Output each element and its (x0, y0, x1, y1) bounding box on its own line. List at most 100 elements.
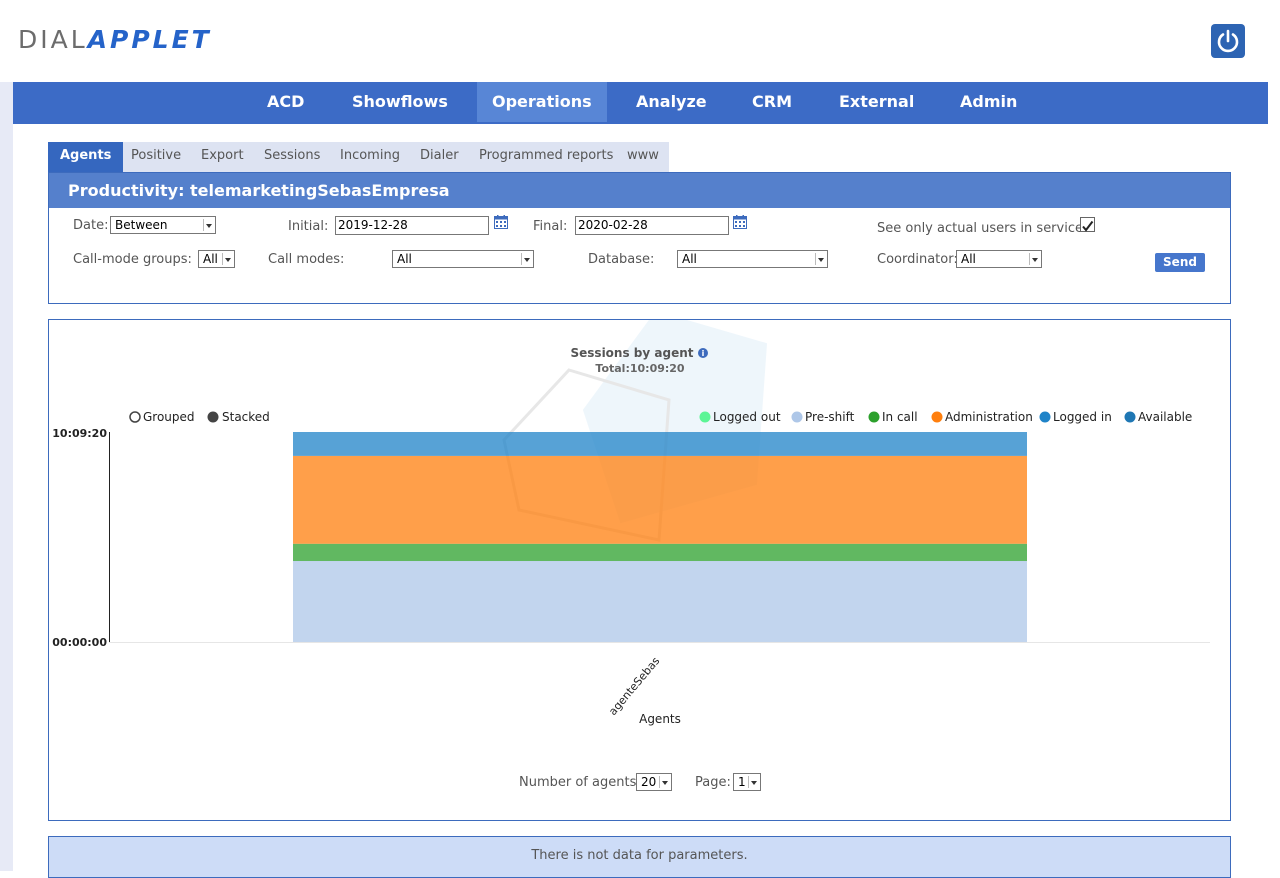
grouped-label: Grouped (143, 410, 195, 424)
chevron-down-icon (748, 776, 758, 788)
calendar-icon[interactable] (494, 215, 508, 229)
coordinator-select[interactable]: All (956, 250, 1042, 268)
legend-label: Logged out (713, 410, 781, 424)
final-date-input[interactable]: 2020-02-28 (575, 216, 729, 235)
nav-item-operations[interactable]: Operations (477, 82, 607, 122)
chevron-down-icon (1029, 253, 1039, 265)
power-button[interactable] (1211, 24, 1245, 58)
power-icon (1217, 29, 1239, 53)
legend-swatch (1039, 411, 1051, 423)
callmode-groups-label: Call-mode groups: (73, 252, 192, 267)
page-select[interactable]: 1 (733, 773, 761, 791)
coordinator-value: All (961, 252, 976, 266)
bar-stack (293, 432, 1027, 642)
tab-incoming[interactable]: Incoming (340, 142, 400, 172)
tab-positive[interactable]: Positive (131, 142, 181, 172)
legend-label: In call (882, 410, 918, 424)
nav-item-analyze[interactable]: Analyze (621, 82, 722, 122)
x-axis-label: Agents (639, 712, 681, 726)
nav-item-admin[interactable]: Admin (945, 82, 1032, 122)
chevron-down-icon (659, 776, 669, 788)
chevron-down-icon (203, 219, 213, 231)
legend-swatch (791, 411, 803, 423)
legend-item-available[interactable]: Available (1124, 410, 1193, 424)
chevron-down-icon (222, 253, 232, 265)
bar-segment-logged-in[interactable] (293, 432, 1027, 456)
initial-label: Initial: (288, 219, 329, 234)
final-label: Final: (533, 219, 568, 234)
number-of-agents-select[interactable]: 20 (636, 773, 672, 791)
tab-programmed-reports[interactable]: Programmed reports (479, 142, 613, 172)
see-only-label: See only actual users in service: (877, 221, 1088, 236)
chevron-down-icon (815, 253, 825, 265)
calendar-icon[interactable] (733, 215, 747, 229)
checkmark-icon (1082, 220, 1094, 232)
nav-item-showflows[interactable]: Showflows (337, 82, 463, 122)
panel-title: Productivity: telemarketingSebasEmpresa (49, 173, 1230, 208)
page-label: Page: (695, 775, 731, 790)
agents-value: 20 (641, 775, 657, 789)
callmodes-value: All (397, 252, 412, 266)
header: DIALAPPLET (0, 0, 1280, 82)
y-tick-label: 10:09:20 (52, 427, 107, 440)
tab-www[interactable]: www (627, 142, 659, 172)
legend-swatch (699, 411, 711, 423)
callmodes-label: Call modes: (268, 252, 345, 267)
y-tick-label: 00:00:00 (52, 636, 107, 649)
grouped-radio[interactable] (129, 411, 141, 423)
info-icon-glyph: i (702, 349, 705, 358)
send-button[interactable]: Send (1155, 253, 1205, 272)
chart-title: Sessions by agent (571, 346, 694, 360)
database-select[interactable]: All (677, 250, 828, 268)
no-data-message: There is not data for parameters. (48, 836, 1231, 878)
chart-legend: Logged out Pre-shift In call Administration… (699, 410, 1193, 424)
callmodes-select[interactable]: All (392, 250, 534, 268)
tab-dialer[interactable]: Dialer (420, 142, 459, 172)
bar-segment-pre-shift[interactable] (293, 561, 1027, 642)
legend-swatch (868, 411, 880, 423)
legend-item-logged-in[interactable]: Logged in (1039, 410, 1112, 424)
legend-label: Available (1138, 410, 1192, 424)
legend-item-pre-shift[interactable]: Pre-shift (791, 410, 855, 424)
chevron-down-icon (521, 253, 531, 265)
tab-agents[interactable]: Agents (48, 142, 124, 172)
tab-export[interactable]: Export (201, 142, 244, 172)
callmode-groups-value: All (203, 252, 218, 266)
chart-panel: Sessions by agent i Total:10:09:20 Group… (48, 310, 1231, 821)
nav-item-acd[interactable]: ACD (252, 82, 319, 122)
legend-label: Logged in (1053, 410, 1112, 424)
number-of-agents-label: Number of agents: (519, 775, 641, 790)
nav-item-crm[interactable]: CRM (737, 82, 807, 122)
date-select-value: Between (115, 218, 168, 232)
left-strip (0, 82, 13, 871)
page-value: 1 (738, 775, 746, 789)
stacked-label: Stacked (222, 410, 270, 424)
coordinator-label: Coordinator: (877, 252, 958, 267)
grouped-option[interactable]: Grouped (129, 410, 195, 424)
date-label: Date: (73, 218, 109, 233)
see-only-checkbox[interactable] (1080, 217, 1095, 232)
tab-sessions[interactable]: Sessions (264, 142, 320, 172)
legend-item-administration[interactable]: Administration (931, 410, 1033, 424)
bar-segment-administration[interactable] (293, 455, 1027, 544)
dialapplet-logo[interactable]: DIALAPPLET (18, 26, 212, 54)
filter-panel: Productivity: telemarketingSebasEmpresa … (48, 172, 1231, 304)
stacked-radio[interactable] (207, 411, 219, 423)
legend-item-in-call[interactable]: In call (868, 410, 918, 424)
nav-item-external[interactable]: External (824, 82, 929, 122)
x-tick-label: agenteSebas (606, 654, 662, 718)
chart-subtitle: Total:10:09:20 (595, 362, 685, 375)
legend-swatch (1124, 411, 1136, 423)
report-tabs: Agents Positive Export Sessions Incoming… (48, 142, 669, 172)
bar-segment-in-call[interactable] (293, 543, 1027, 562)
legend-label: Pre-shift (805, 410, 855, 424)
initial-date-input[interactable]: 2019-12-28 (335, 216, 489, 235)
legend-swatch (931, 411, 943, 423)
callmode-groups-select[interactable]: All (198, 250, 235, 268)
logo-text-dial: DIAL (18, 25, 88, 54)
stacked-option[interactable]: Stacked (207, 410, 270, 424)
database-label: Database: (588, 252, 655, 267)
sessions-chart: Sessions by agent i Total:10:09:20 Group… (52, 310, 1210, 726)
logo-text-applet: APPLET (87, 25, 212, 54)
date-select[interactable]: Between (110, 216, 216, 234)
